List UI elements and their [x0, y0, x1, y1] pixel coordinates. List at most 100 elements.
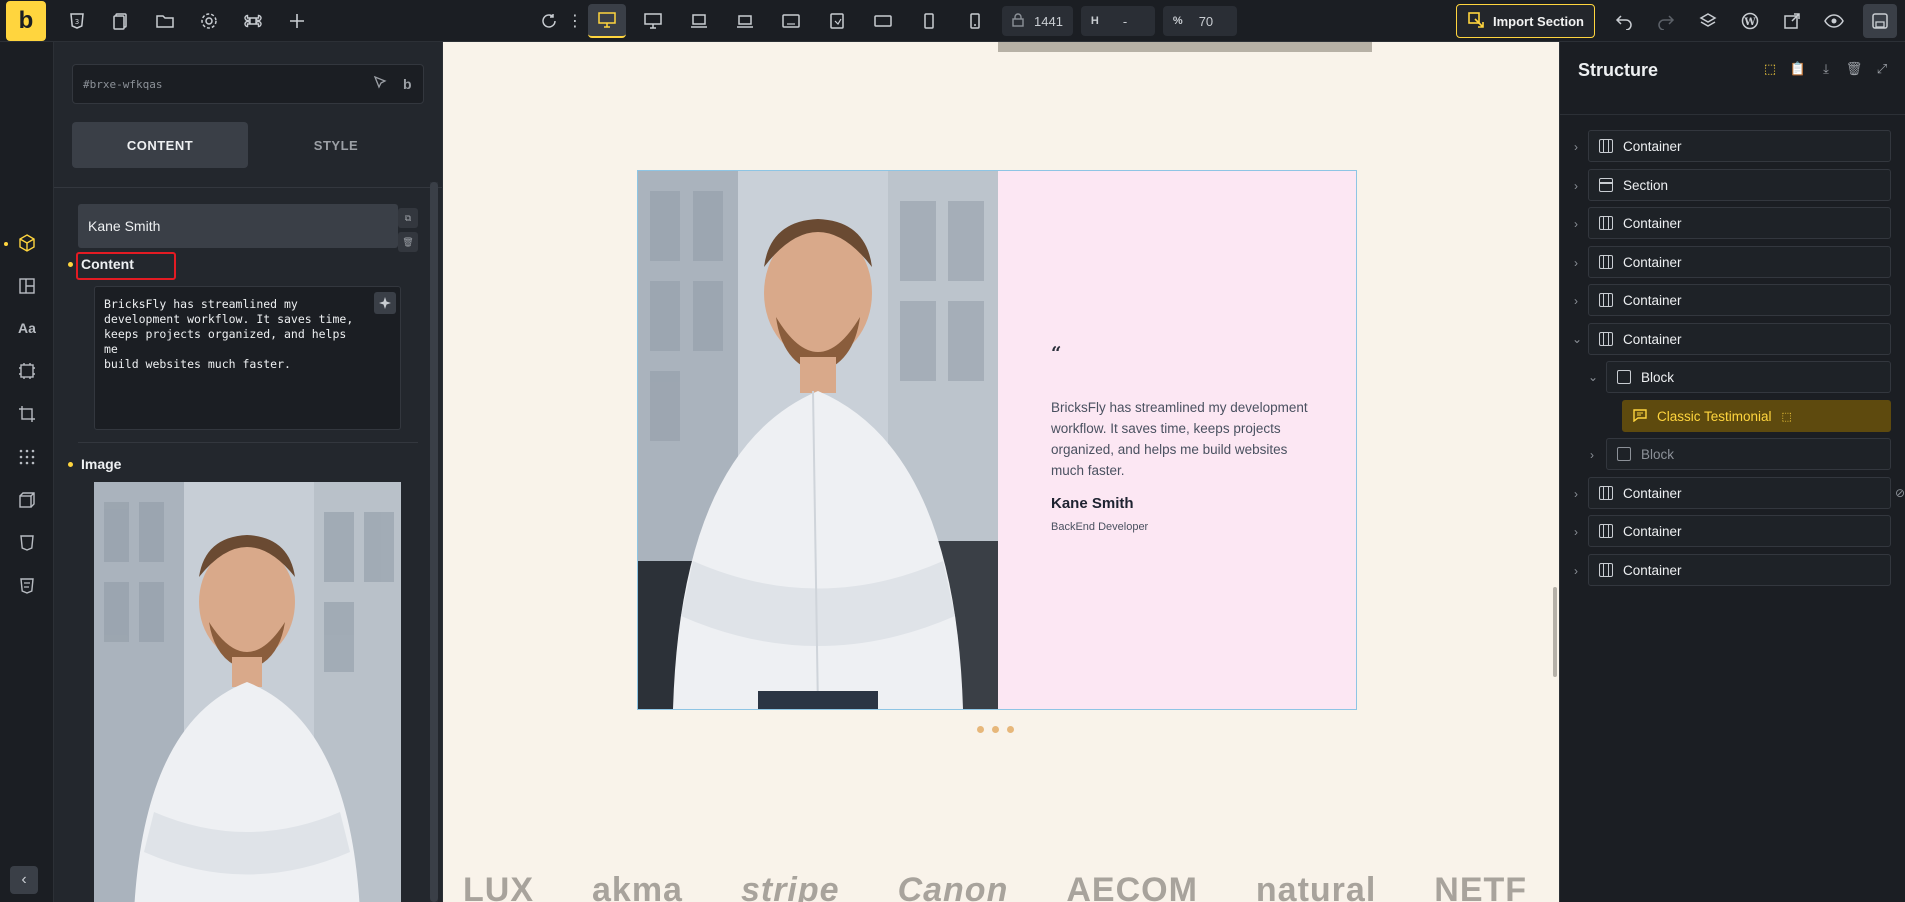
css3-icon[interactable]: 3 — [64, 8, 90, 34]
content-field-label: Content — [68, 256, 134, 272]
node-label: Container — [1623, 331, 1682, 347]
layers-icon[interactable] — [1695, 8, 1721, 34]
chevron-right-icon[interactable]: › — [1574, 488, 1584, 500]
mobile-small-breakpoint[interactable] — [956, 4, 994, 38]
height-input[interactable]: H - — [1080, 6, 1155, 36]
cursor-pointer-icon[interactable] — [373, 75, 387, 93]
chevron-right-icon[interactable]: › — [1574, 295, 1584, 307]
zoom-input[interactable]: % 70 — [1162, 6, 1237, 36]
wordpress-icon[interactable]: W — [1737, 8, 1763, 34]
chevron-right-icon[interactable]: › — [1590, 449, 1600, 461]
structure-node-container-expanded[interactable]: Container — [1588, 323, 1891, 355]
crop-icon[interactable] — [16, 403, 38, 425]
structure-node-block-hidden[interactable]: Block — [1606, 438, 1891, 470]
laptop-breakpoint[interactable] — [726, 4, 764, 38]
import-section-icon[interactable]: ⬚ — [1761, 60, 1779, 78]
chevron-right-icon[interactable]: › — [1574, 141, 1584, 153]
structure-node-container[interactable]: Container — [1588, 515, 1891, 547]
structure-node-container[interactable]: Container — [1588, 246, 1891, 278]
eye-off-icon[interactable]: ⊘ — [1895, 486, 1905, 500]
element-id-field[interactable]: #brxe-wfkqas b — [72, 64, 424, 104]
clone-icon[interactable]: ⧉ — [398, 208, 418, 228]
refresh-icon[interactable] — [536, 8, 562, 34]
pagination-dot[interactable] — [992, 726, 999, 733]
chevron-right-icon[interactable]: › — [1574, 526, 1584, 538]
more-vertical-icon[interactable]: ⋮ — [567, 8, 583, 34]
structure-node-container[interactable]: Container — [1588, 477, 1891, 509]
grid-dots-icon[interactable] — [16, 446, 38, 468]
html5-shield-icon[interactable] — [16, 575, 38, 597]
typography-icon[interactable]: Aa — [16, 317, 38, 339]
mobile-portrait-breakpoint[interactable] — [910, 4, 948, 38]
command-icon[interactable] — [240, 8, 266, 34]
box-3d-icon[interactable] — [16, 489, 38, 511]
save-icon[interactable] — [1863, 4, 1897, 38]
container-icon — [1599, 563, 1613, 577]
trash-icon[interactable]: 🗑 — [398, 232, 418, 252]
element-id-value: #brxe-wfkqas — [83, 77, 163, 91]
mobile-landscape-breakpoint[interactable] — [864, 4, 902, 38]
elements-cube-icon[interactable] — [16, 232, 38, 254]
structure-node-section[interactable]: Section — [1588, 169, 1891, 201]
lock-icon[interactable] — [1012, 12, 1024, 30]
node-label: Container — [1623, 562, 1682, 578]
block-icon — [1617, 370, 1631, 384]
classic-testimonial-card[interactable]: “ BricksFly has streamlined my developme… — [637, 170, 1357, 710]
chevron-down-icon[interactable]: ⌄ — [1588, 371, 1598, 383]
previous-section-image-strip — [998, 42, 1372, 52]
bricks-b-icon[interactable]: b — [403, 76, 412, 92]
canvas-scrollbar[interactable] — [1553, 587, 1557, 677]
expand-icon[interactable]: ⤢ — [1873, 60, 1891, 78]
structure-node-classic-testimonial[interactable]: Classic Testimonial ⬚ — [1622, 400, 1891, 432]
pagination-dot[interactable] — [977, 726, 984, 733]
laptop-large-breakpoint[interactable] — [680, 4, 718, 38]
tablet-rotate-breakpoint[interactable] — [818, 4, 856, 38]
image-preview[interactable] — [94, 482, 401, 902]
css3-shield-icon[interactable] — [16, 532, 38, 554]
chevron-right-icon[interactable]: › — [1574, 180, 1584, 192]
collapse-panel-chevron-icon[interactable]: ‹ — [10, 866, 38, 894]
preview-eye-icon[interactable] — [1821, 8, 1847, 34]
chevron-right-icon[interactable]: › — [1574, 218, 1584, 230]
content-textarea[interactable]: BricksFly has streamlined my development… — [94, 286, 401, 430]
tab-style[interactable]: STYLE — [248, 122, 424, 168]
ai-sparkle-icon[interactable] — [374, 292, 396, 314]
folder-icon[interactable] — [152, 8, 178, 34]
desktop-breakpoint[interactable] — [634, 4, 672, 38]
structure-node-container[interactable]: Container — [1588, 130, 1891, 162]
testimonial-name[interactable]: Kane Smith — [1051, 495, 1134, 512]
left-icon-rail: Aa ‹ — [0, 42, 54, 902]
layout-icon[interactable] — [16, 275, 38, 297]
desktop-base-breakpoint[interactable] — [588, 4, 626, 38]
chevron-down-icon[interactable]: ⌄ — [1572, 333, 1582, 345]
panel-scrollbar-thumb[interactable] — [430, 182, 438, 902]
repeater-item-kane-smith[interactable]: Kane Smith — [78, 204, 398, 248]
container-icon — [1599, 293, 1613, 307]
download-icon[interactable]: ⤓ — [1817, 60, 1835, 78]
node-label: Section — [1623, 177, 1669, 193]
structure-node-container[interactable]: Container — [1588, 554, 1891, 586]
width-input[interactable]: 1441 — [1002, 6, 1073, 36]
pagination-dot[interactable] — [1007, 726, 1014, 733]
node-label: Classic Testimonial — [1657, 408, 1772, 424]
external-link-icon[interactable] — [1779, 8, 1805, 34]
bricks-logo[interactable]: b — [6, 0, 46, 41]
structure-node-container[interactable]: Container — [1588, 284, 1891, 316]
testimonial-quote[interactable]: BricksFly has streamlined my development… — [1051, 397, 1321, 481]
tablet-landscape-breakpoint[interactable] — [772, 4, 810, 38]
chevron-right-icon[interactable]: › — [1574, 565, 1584, 577]
trash-icon[interactable]: 🗑 — [1845, 60, 1863, 78]
redo-icon[interactable] — [1653, 8, 1679, 34]
import-section-button[interactable]: Import Section — [1455, 4, 1595, 38]
structure-node-container[interactable]: Container — [1588, 207, 1891, 239]
gear-icon[interactable] — [196, 8, 222, 34]
structure-node-block-expanded[interactable]: Block — [1606, 361, 1891, 393]
chevron-right-icon[interactable]: › — [1574, 257, 1584, 269]
frame-icon[interactable] — [16, 360, 38, 382]
tab-content[interactable]: CONTENT — [72, 122, 248, 168]
undo-icon[interactable] — [1611, 8, 1637, 34]
clipboard-icon[interactable]: 📋 — [1789, 60, 1807, 78]
plus-icon[interactable] — [284, 8, 310, 34]
testimonial-role[interactable]: BackEnd Developer — [1051, 521, 1148, 533]
pages-icon[interactable] — [108, 8, 134, 34]
